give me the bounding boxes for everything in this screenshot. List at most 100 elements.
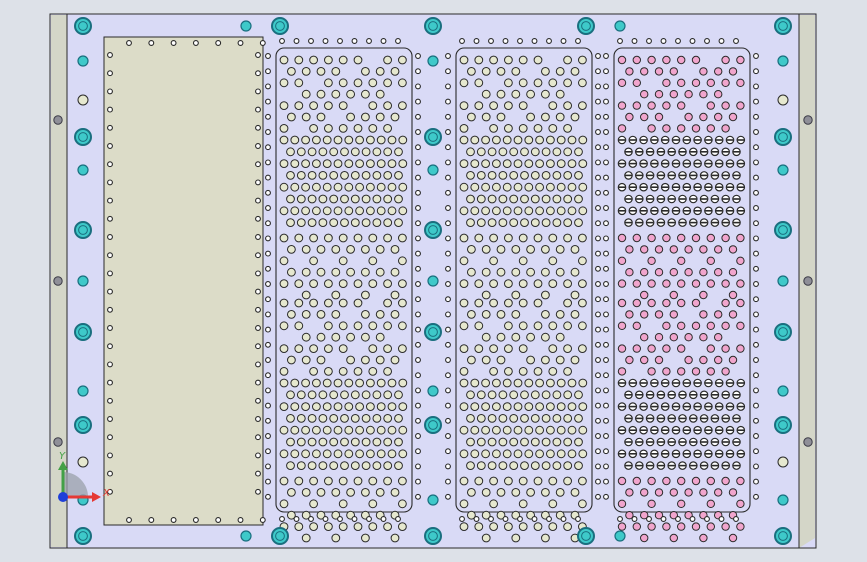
fastener-hole (415, 372, 421, 379)
panel-hole (541, 112, 550, 122)
fastener-hole (255, 397, 261, 404)
panel-hole (361, 488, 370, 497)
panel-hole (398, 522, 407, 531)
fastener-hole (265, 189, 271, 196)
fastener-hole (445, 68, 451, 75)
panel-hole (324, 101, 333, 110)
panel-hole (294, 522, 304, 531)
panel-hole (541, 245, 550, 254)
mounting-hole-large (424, 128, 442, 146)
panel-hole (555, 332, 565, 342)
panel-hole (647, 298, 656, 308)
panel-hole (691, 321, 701, 330)
panel-hole (318, 414, 328, 423)
panel-hole (691, 124, 701, 133)
fastener-hole (603, 68, 609, 75)
panel-hole (563, 321, 572, 331)
panel-hole (541, 89, 550, 99)
panel-hole (632, 298, 641, 308)
panel-hole (361, 112, 370, 122)
panel-hole (647, 499, 656, 508)
panel-hole (662, 279, 671, 288)
fastener-hole (255, 215, 261, 222)
panel-hole (366, 378, 375, 388)
panel-hole (383, 123, 393, 133)
panel-hole (316, 89, 326, 99)
panel-hole (470, 159, 480, 169)
fastener-hole (255, 488, 261, 495)
fastener-hole (265, 53, 271, 59)
fastener-hole (445, 402, 451, 409)
panel-hole (632, 522, 641, 531)
panel-hole (290, 135, 300, 145)
panel-hole (329, 171, 339, 180)
panel-hole (312, 378, 321, 388)
fastener-hole (603, 83, 609, 90)
panel-hole (567, 449, 577, 459)
panel-hole (535, 449, 544, 459)
edge-hole (803, 437, 813, 447)
panel-hole (368, 279, 378, 289)
panel-hole (487, 147, 497, 157)
panel-hole (301, 355, 311, 365)
panel-hole (570, 355, 580, 365)
edge-hole (53, 437, 63, 447)
panel-hole (338, 367, 348, 376)
fastener-hole (753, 357, 759, 363)
fastener-hole (704, 516, 710, 522)
panel-hole (533, 367, 543, 376)
panel-hole (390, 67, 400, 76)
fastener-hole (308, 516, 314, 522)
panel-hole (366, 402, 375, 412)
panel-hole (481, 355, 491, 365)
panel-hole (509, 147, 519, 157)
fastener-hole (255, 234, 261, 240)
fastener-hole (646, 516, 652, 522)
fastener-hole (445, 433, 451, 439)
fastener-hole (445, 296, 451, 303)
panel-hole (578, 378, 588, 388)
panel-hole (533, 298, 543, 308)
fastener-hole (753, 493, 759, 500)
panel-hole (470, 402, 480, 412)
panel-hole (721, 367, 730, 376)
panel-hole (318, 147, 328, 157)
fastener-hole (603, 144, 609, 151)
panel-hole (466, 171, 475, 180)
panel-hole (662, 522, 671, 531)
fastener-hole (126, 40, 132, 46)
fastener-hole (148, 40, 155, 46)
fastener-hole (259, 517, 266, 523)
panel-hole (541, 310, 550, 319)
panel-hole (301, 425, 311, 435)
panel-hole (459, 449, 469, 459)
panel-hole (548, 476, 558, 486)
panel-hole (706, 499, 715, 508)
fastener-hole (322, 516, 329, 522)
panel-hole (530, 147, 540, 157)
panel-hole (669, 245, 678, 254)
panel-hole (563, 367, 572, 376)
panel-hole (476, 414, 486, 423)
panel-hole (530, 414, 540, 423)
panel-hole (736, 476, 745, 486)
panel-hole (677, 233, 686, 243)
panel-hole (518, 279, 528, 289)
panel-hole (546, 449, 555, 459)
cad-viewport[interactable]: X Y (0, 0, 867, 562)
panel-hole (617, 321, 627, 330)
fastener-hole (445, 98, 451, 105)
panel-hole (546, 378, 555, 388)
fastener-hole (415, 205, 421, 211)
plate-drawing[interactable]: X Y (0, 0, 867, 562)
fastener-hole (107, 452, 113, 459)
fastener-hole (265, 250, 271, 257)
panel-hole (721, 522, 730, 531)
left-window (103, 36, 266, 526)
panel-hole (714, 245, 723, 254)
panel-hole (728, 112, 738, 122)
panel-hole (459, 476, 469, 486)
fastener-hole (753, 205, 759, 211)
panel-hole (691, 279, 701, 288)
panel-hole (355, 425, 365, 435)
